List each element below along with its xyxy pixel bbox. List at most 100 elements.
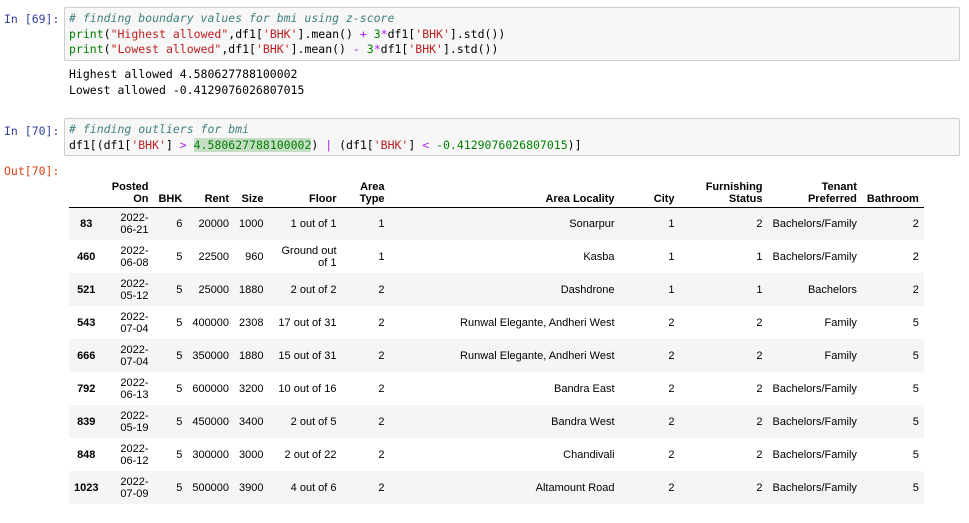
table-cell: 15 out of 31 [278, 349, 337, 362]
table-cell: Bachelors/Family [772, 448, 857, 461]
table-cell: 2 [378, 448, 385, 461]
table-cell: 2 [668, 316, 675, 329]
table-cell: 1 [756, 250, 763, 263]
cell-69-code-editor[interactable]: # finding boundary values for bmi using … [64, 7, 960, 61]
table-cell: 400000 [192, 316, 230, 329]
table-cell: Bachelors/Family [772, 481, 857, 494]
column-header: Furnishing Status [705, 180, 763, 205]
table-cell: 2 [756, 481, 763, 494]
table-row: 521 2022-05-12 5 25000 1880 2 out of 2 2 Dashdr… [69, 273, 924, 306]
table-cell: 1 [668, 250, 675, 263]
table-cell: 5 [176, 349, 183, 362]
table-cell: 1 [378, 250, 385, 263]
row-index: 83 [80, 217, 93, 230]
table-cell: Bachelors/Family [772, 415, 857, 428]
table-cell: 1 [668, 283, 675, 296]
table-cell: 2 [378, 382, 385, 395]
column-header: Area Type [359, 180, 385, 205]
table-cell: 2 [378, 349, 385, 362]
table-cell: Bachelors/Family [772, 250, 857, 263]
column-header: Size [241, 192, 264, 205]
row-index: 543 [77, 316, 96, 329]
table-cell: 300000 [192, 448, 230, 461]
table-row: 1023 2022-07-09 5 500000 3900 4 out of 6 2 Alta… [69, 471, 924, 504]
table-cell: 2022-05-19 [120, 409, 149, 434]
table-cell: 2022-06-21 [120, 211, 149, 236]
table-cell: 500000 [192, 481, 230, 494]
table-cell: 1 [756, 283, 763, 296]
table-cell: 5 [176, 250, 183, 263]
table-cell: 2022-06-13 [120, 376, 149, 401]
column-header: Bathroom [866, 192, 919, 205]
table-cell: 5 [912, 316, 919, 329]
table-cell: 5 [912, 415, 919, 428]
table-row: 460 2022-06-08 5 22500 960 Ground out of 1 1 Ka… [69, 240, 924, 273]
output-line-highest: Highest allowed 4.580627788100002 [69, 67, 298, 81]
table-cell: 2022-07-09 [120, 475, 149, 500]
code-line: df1[(df1['BHK'] > 4.580627788100002) | (… [69, 137, 582, 152]
table-cell: Family [824, 316, 857, 329]
row-index: 839 [77, 415, 96, 428]
index-header [69, 174, 103, 207]
cell-70-code-editor[interactable]: # finding outliers for bmi df1[(df1['BHK… [64, 118, 960, 156]
table-cell: 2022-06-12 [120, 442, 149, 467]
column-header: Floor [309, 192, 337, 205]
column-header: Area Locality [545, 192, 615, 205]
table-cell: Ground out of 1 [281, 244, 337, 269]
table-cell: 960 [245, 250, 264, 263]
table-cell: 3000 [239, 448, 264, 461]
table-cell: 2022-05-12 [120, 277, 149, 302]
table-cell: 4 out of 6 [290, 481, 337, 494]
row-index: 460 [77, 250, 96, 263]
table-row: 848 2022-06-12 5 300000 3000 2 out of 22 2 Chan… [69, 438, 924, 471]
table-cell: 17 out of 31 [278, 316, 337, 329]
row-index: 521 [77, 283, 96, 296]
table-header-row: Posted On BHK Rent Size Floor Area Type … [69, 174, 924, 207]
row-index: 848 [77, 448, 96, 461]
table-cell: 2 [668, 415, 675, 428]
table-cell: Chandivali [563, 448, 615, 461]
table-cell: 2308 [239, 316, 264, 329]
table-cell: 10 out of 16 [278, 382, 337, 395]
table-cell: Bachelors [807, 283, 857, 296]
table-row: 83 2022-06-21 6 20000 1000 1 out of 1 1 Sonarpu… [69, 207, 924, 240]
table-cell: 5 [912, 382, 919, 395]
table-cell: 2 out of 5 [290, 415, 337, 428]
table-cell: Runwal Elegante, Andheri West [460, 349, 615, 362]
table-cell: 1000 [239, 217, 264, 230]
column-header: BHK [158, 192, 183, 205]
table-cell: 2 [668, 448, 675, 461]
column-header: City [653, 192, 675, 205]
table-cell: 1880 [239, 283, 264, 296]
code-line: print("Highest allowed",df1['BHK'].mean(… [69, 26, 506, 41]
table-cell: Kasba [583, 250, 615, 263]
table-cell: 5 [176, 283, 183, 296]
output-line-lowest: Lowest allowed -0.4129076026807015 [69, 82, 305, 97]
table-cell: 20000 [198, 217, 230, 230]
table-cell: 2 [756, 349, 763, 362]
table-cell: 1 [668, 217, 675, 230]
table-row: 839 2022-05-19 5 450000 3400 2 out of 5 2 Bandr… [69, 405, 924, 438]
table-cell: 2 out of 2 [290, 283, 337, 296]
table-cell: 2 [912, 250, 919, 263]
table-cell: 350000 [192, 349, 230, 362]
cell-70-out-prompt: Out[70]: [4, 164, 60, 178]
table-row: 792 2022-06-13 5 600000 3200 10 out of 16 2 Ban… [69, 372, 924, 405]
table-cell: 2 [756, 316, 763, 329]
row-index: 1023 [74, 481, 99, 494]
table-cell: 5 [176, 382, 183, 395]
table-cell: 2 [668, 349, 675, 362]
table-cell: 3200 [239, 382, 264, 395]
table-cell: 1 [378, 217, 385, 230]
cell-69-output: Highest allowed 4.580627788100002 Lowest… [69, 67, 304, 98]
table-cell: Bandra East [553, 382, 615, 395]
table-cell: Altamount Road [535, 481, 615, 494]
table-cell: 5 [176, 448, 183, 461]
row-index: 666 [77, 349, 96, 362]
table-cell: 3400 [239, 415, 264, 428]
table-cell: 3900 [239, 481, 264, 494]
table-row: 543 2022-07-04 5 400000 2308 17 out of 31 2 Run… [69, 306, 924, 339]
table-cell: Bandra West [551, 415, 615, 428]
table-cell: 2 [668, 382, 675, 395]
table-cell: 2 [378, 283, 385, 296]
